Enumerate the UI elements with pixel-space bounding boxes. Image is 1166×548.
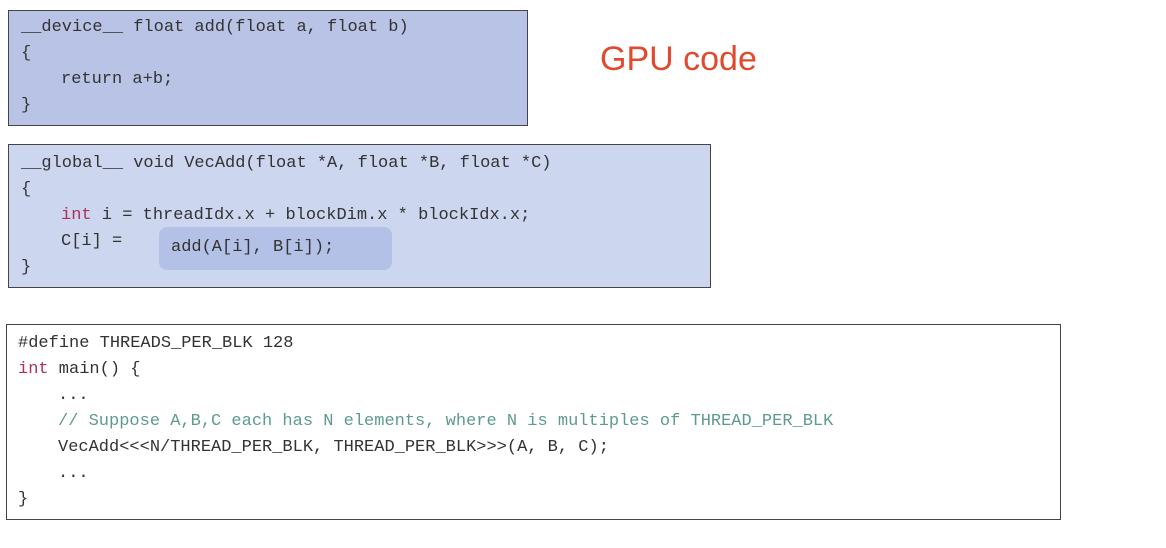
device-open-brace: {	[21, 44, 32, 63]
kernel-launch-line: VecAdd<<<N/THREAD_PER_BLK, THREAD_PER_BL…	[58, 438, 609, 457]
int-keyword: int	[18, 360, 49, 379]
page-title: GPU code	[600, 40, 757, 78]
device-function-code-block: __device__ float add(float a, float b) {…	[8, 10, 528, 126]
device-signature-line: __device__ float add(float a, float b)	[21, 18, 409, 37]
kernel-assign-prefix: C[i] =	[61, 232, 133, 251]
kernel-open-brace: {	[21, 180, 32, 199]
kernel-index-line: int i = threadIdx.x + blockDim.x * block…	[21, 203, 530, 229]
define-line: #define THREADS_PER_BLK 128	[18, 334, 294, 353]
int-keyword: int	[61, 206, 92, 225]
device-return-line: return a+b;	[61, 70, 174, 89]
ellipsis-line: ...	[58, 386, 89, 405]
device-call-text: add(A[i], B[i]);	[171, 238, 335, 257]
ellipsis-line: ...	[58, 464, 89, 483]
main-close-brace: }	[18, 490, 29, 509]
kernel-signature-line: __global__ void VecAdd(float *A, float *…	[21, 154, 552, 173]
kernel-close-brace: }	[21, 258, 32, 277]
index-expression: i = threadIdx.x + blockDim.x * blockIdx.…	[91, 206, 531, 225]
global-kernel-code-block: __global__ void VecAdd(float *A, float *…	[8, 144, 711, 288]
comment-line: // Suppose A,B,C each has N elements, wh…	[58, 412, 834, 431]
main-signature-rest: main() {	[48, 360, 141, 379]
main-signature-line: int main() {	[18, 357, 140, 383]
device-close-brace: }	[21, 96, 32, 115]
host-main-code-block: #define THREADS_PER_BLK 128 int main() {…	[6, 324, 1061, 520]
